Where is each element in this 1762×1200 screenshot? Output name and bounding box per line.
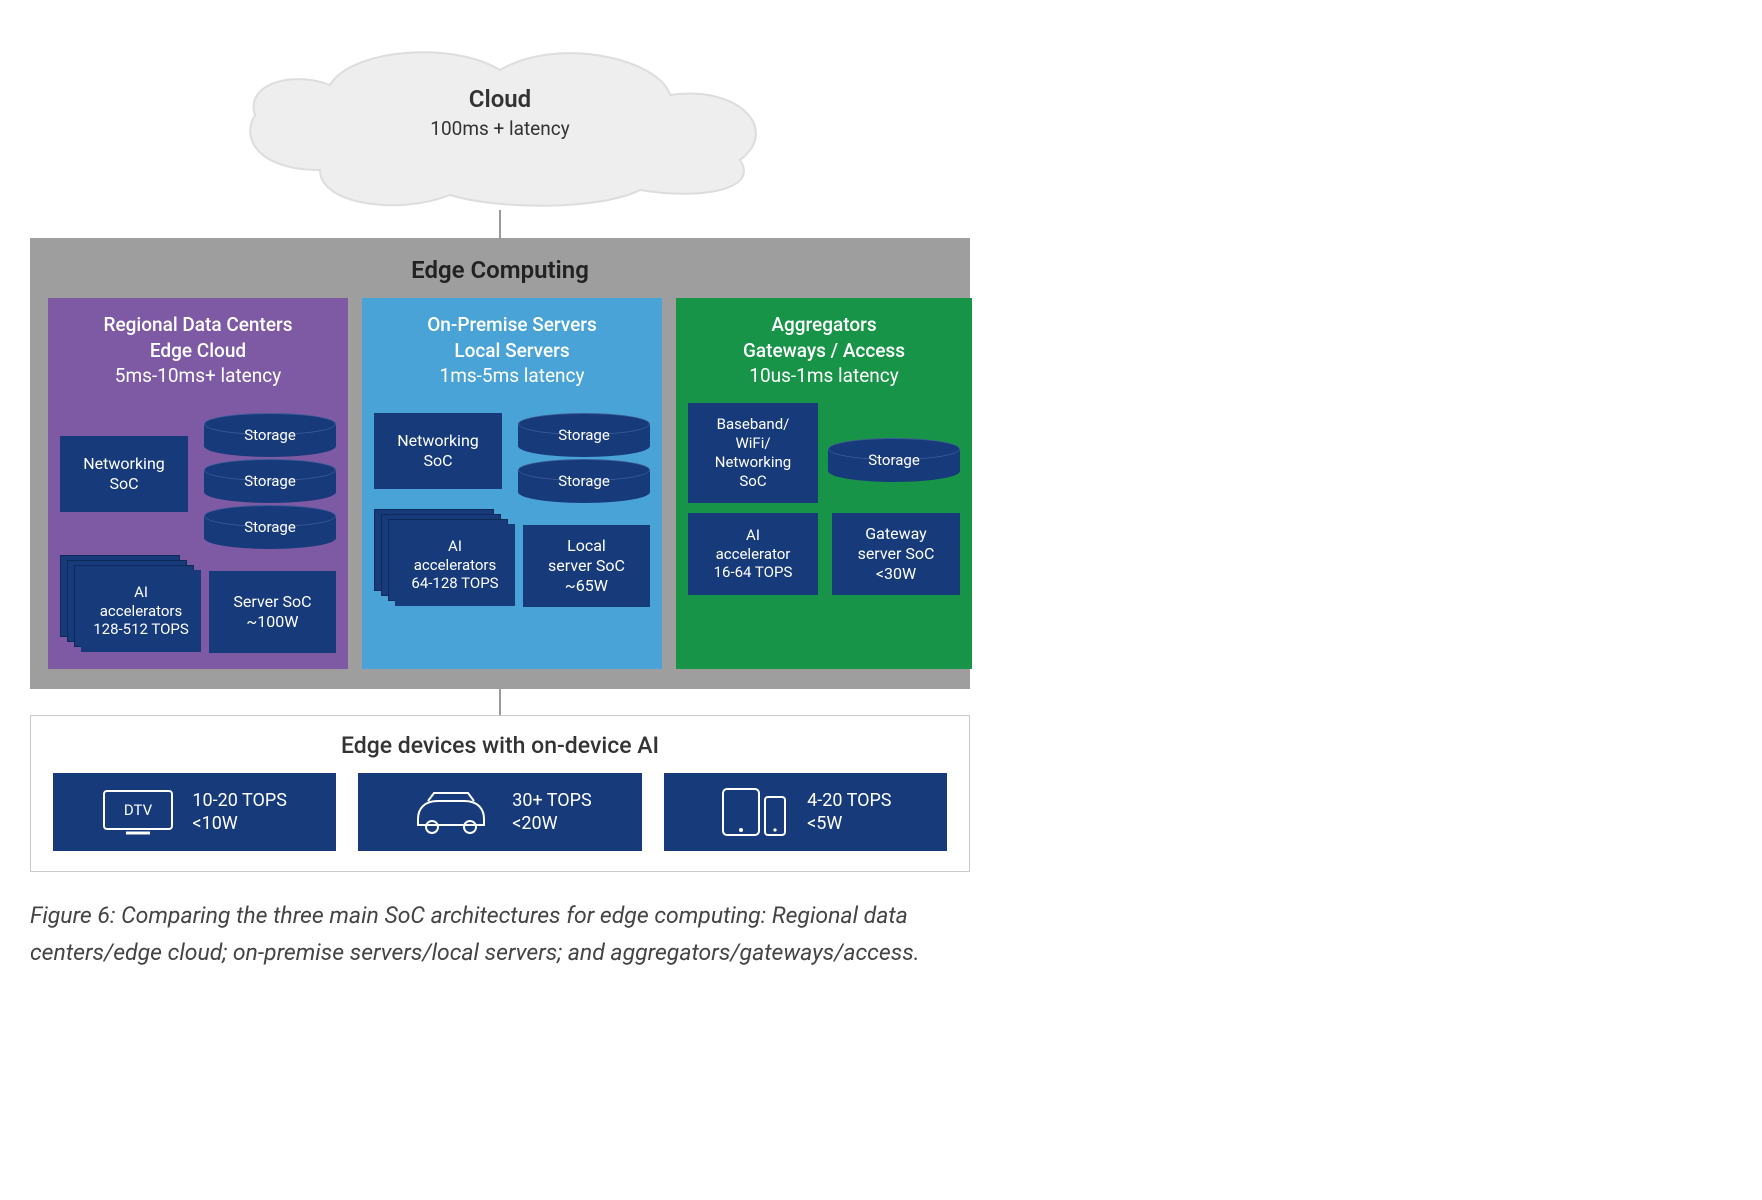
- networking-chip: Baseband/WiFi/NetworkingSoC: [688, 403, 818, 503]
- device-power: <20W: [512, 812, 591, 835]
- edge-computing-diagram: Cloud 100ms + latency Edge Computing Reg…: [30, 40, 970, 972]
- edge-computing-layer: Edge Computing Regional Data Centers Edg…: [30, 238, 970, 689]
- tier-header: Regional Data Centers Edge Cloud 5ms-10m…: [60, 312, 336, 389]
- tier-line2: Edge Cloud: [60, 338, 336, 364]
- device-power: <5W: [807, 812, 891, 835]
- tier-line2: Local Servers: [374, 338, 650, 364]
- ai-accelerator-chip: AIaccelerators128-512 TOPS: [81, 570, 201, 652]
- device-tops: 4-20 TOPS: [807, 789, 891, 812]
- storage-label: Storage: [828, 451, 960, 469]
- device-power: <10W: [192, 812, 286, 835]
- edge-title: Edge Computing: [48, 250, 952, 298]
- storage-label: Storage: [204, 472, 336, 490]
- storage-cylinder: Storage: [204, 505, 336, 545]
- storage-cylinder: Storage: [518, 413, 650, 453]
- ai-accelerator-chip: AIaccelerators64-128 TOPS: [395, 524, 515, 606]
- storage-cylinder: Storage: [518, 459, 650, 499]
- storage-cylinder: Storage: [204, 413, 336, 453]
- ai-accelerator-stack: AIaccelerators64-128 TOPS: [374, 509, 513, 607]
- storage-label: Storage: [204, 426, 336, 444]
- device-specs: 10-20 TOPS <10W: [192, 789, 286, 836]
- connector-edge-devices: [499, 689, 501, 715]
- car-icon: [408, 787, 494, 837]
- server-soc-chip: Gatewayserver SoC<30W: [832, 513, 960, 595]
- tv-icon: DTV: [102, 787, 174, 837]
- devices-title: Edge devices with on-device AI: [53, 726, 947, 773]
- device-tops: 10-20 TOPS: [192, 789, 286, 812]
- server-soc-chip: Localserver SoC~65W: [523, 525, 650, 607]
- tier-header: Aggregators Gateways / Access 10us-1ms l…: [688, 312, 960, 389]
- storage-label: Storage: [518, 426, 650, 444]
- storage-cylinder: Storage: [204, 459, 336, 499]
- device-card-car: 30+ TOPS <20W: [358, 773, 641, 851]
- cloud-title: Cloud: [200, 85, 800, 113]
- storage-stack: Storage Storage: [518, 403, 650, 499]
- cloud-layer: Cloud 100ms + latency: [200, 40, 800, 210]
- storage-label: Storage: [518, 472, 650, 490]
- tier-header: On-Premise Servers Local Servers 1ms-5ms…: [374, 312, 650, 389]
- device-card-mobile: 4-20 TOPS <5W: [664, 773, 947, 851]
- figure-caption: Figure 6: Comparing the three main SoC a…: [30, 898, 970, 972]
- networking-chip: NetworkingSoC: [374, 413, 502, 489]
- tier-latency: 1ms-5ms latency: [374, 363, 650, 389]
- svg-text:DTV: DTV: [124, 801, 153, 819]
- tier-green: Aggregators Gateways / Access 10us-1ms l…: [676, 298, 972, 669]
- ai-accelerator-stack: AIaccelerators128-512 TOPS: [60, 555, 199, 653]
- tier-line1: Regional Data Centers: [60, 312, 336, 338]
- device-tops: 30+ TOPS: [512, 789, 591, 812]
- tier-latency: 10us-1ms latency: [688, 363, 960, 389]
- edge-devices-layer: Edge devices with on-device AI DTV 10-20…: [30, 715, 970, 872]
- device-row: DTV 10-20 TOPS <10W 30+ TOPS <20W: [53, 773, 947, 851]
- tier-line1: Aggregators: [688, 312, 960, 338]
- server-soc-chip: Server SoC~100W: [209, 571, 336, 653]
- storage-stack: Storage: [828, 428, 960, 478]
- device-card-tv: DTV 10-20 TOPS <10W: [53, 773, 336, 851]
- mobile-devices-icon: [719, 785, 789, 839]
- device-specs: 30+ TOPS <20W: [512, 789, 591, 836]
- device-specs: 4-20 TOPS <5W: [807, 789, 891, 836]
- storage-stack: Storage Storage Storage: [204, 403, 336, 545]
- tier-line1: On-Premise Servers: [374, 312, 650, 338]
- storage-label: Storage: [204, 518, 336, 536]
- tier-purple: Regional Data Centers Edge Cloud 5ms-10m…: [48, 298, 348, 669]
- tier-latency: 5ms-10ms+ latency: [60, 363, 336, 389]
- tier-line2: Gateways / Access: [688, 338, 960, 364]
- tier-blue: On-Premise Servers Local Servers 1ms-5ms…: [362, 298, 662, 669]
- storage-cylinder: Storage: [828, 438, 960, 478]
- connector-cloud-edge: [499, 210, 501, 238]
- networking-chip: NetworkingSoC: [60, 436, 188, 512]
- edge-tiers: Regional Data Centers Edge Cloud 5ms-10m…: [48, 298, 952, 669]
- ai-accelerator-chip: AIaccelerator16-64 TOPS: [688, 513, 818, 595]
- cloud-latency: 100ms + latency: [200, 117, 800, 140]
